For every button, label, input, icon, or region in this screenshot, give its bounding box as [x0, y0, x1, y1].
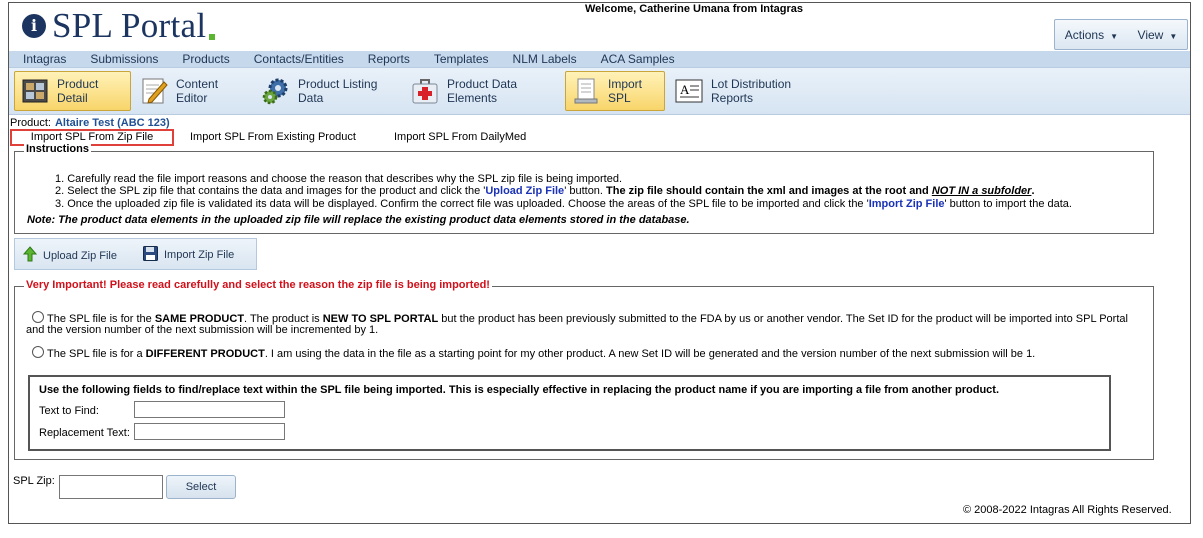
toolbar-product-data-elements[interactable]: Product Data Elements — [405, 71, 563, 111]
report-icon: A — [675, 77, 703, 105]
toolbar-content-editor[interactable]: Content Editor — [134, 71, 252, 111]
menu-item-contacts[interactable]: Contacts/Entities — [254, 52, 344, 66]
radio-different-product[interactable] — [32, 346, 44, 358]
instructions-note: Note: The product data elements in the u… — [27, 214, 690, 226]
menu-item-products[interactable]: Products — [182, 52, 229, 66]
menu-item-reports[interactable]: Reports — [368, 52, 410, 66]
toolbar-label: Import SPL — [608, 77, 643, 105]
select-file-button[interactable]: Select — [166, 475, 236, 499]
toolbar-label: Content Editor — [176, 77, 219, 105]
logo-dot — [209, 34, 216, 40]
instruction-text: 3. Once the uploaded zip file is validat… — [55, 197, 869, 210]
replacement-text-input[interactable] — [134, 423, 285, 440]
save-disk-icon — [143, 246, 158, 264]
tab-import-from-existing[interactable]: Import SPL From Existing Product — [190, 131, 356, 143]
reason-text: . I am using the data in the file as a s… — [264, 348, 1036, 360]
import-zip-label: Import Zip File — [164, 249, 235, 261]
menu-item-templates[interactable]: Templates — [434, 52, 489, 66]
import-reason-title: Very Important! Please read carefully an… — [24, 279, 492, 291]
upload-zip-label: Upload Zip File — [43, 249, 117, 262]
reason-text: but the product has been previously subm… — [438, 313, 1128, 325]
menu-item-nlm-labels[interactable]: NLM Labels — [513, 52, 577, 66]
instruction-emphasis: NOT IN a subfolder — [931, 185, 1032, 198]
toolbar-label: Product Data Elements — [447, 77, 518, 105]
find-replace-title: Use the following fields to find/replace… — [39, 384, 1000, 396]
view-label: View — [1137, 27, 1164, 42]
product-detail-icon — [21, 77, 49, 105]
import-document-icon — [572, 77, 600, 105]
instruction-step-1: 1. Carefully read the file import reason… — [55, 173, 623, 185]
menu-item-aca-samples[interactable]: ACA Samples — [601, 52, 675, 66]
instruction-text: ' button. — [564, 185, 607, 198]
top-button-group: Actions ▼ View ▼ — [1054, 19, 1188, 50]
instruction-bold: The zip file should contain the xml and … — [606, 185, 932, 198]
upload-arrow-icon — [22, 246, 38, 265]
instruction-text: ' button to import the data. — [944, 197, 1072, 210]
toolbar-lot-distribution-reports[interactable]: A Lot Distribution Reports — [669, 71, 829, 111]
radio-same-product[interactable] — [32, 311, 44, 323]
instruction-text: . — [1031, 185, 1035, 198]
zip-action-bar: Upload Zip File Import Zip File — [14, 238, 257, 270]
text-to-find-input[interactable] — [134, 401, 285, 418]
logo: i SPL Portal — [22, 6, 216, 45]
chevron-down-icon: ▼ — [1169, 31, 1178, 41]
upload-zip-button[interactable]: Upload Zip File — [22, 246, 117, 265]
tab-import-from-dailymed[interactable]: Import SPL From DailyMed — [394, 131, 526, 143]
toolbar-product-detail[interactable]: Product Detail — [14, 71, 131, 111]
toolbar-product-listing-data[interactable]: Product Listing Data — [256, 71, 401, 111]
toolbar: Product Detail Content Editor Product Li… — [9, 67, 1190, 115]
toolbar-label: Lot Distribution Reports — [711, 77, 792, 105]
medical-kit-icon — [411, 77, 439, 105]
product-line: Product: Altaire Test (ABC 123) — [10, 117, 170, 129]
welcome-text: Welcome, Catherine Umana from Intagras — [585, 3, 804, 15]
actions-menu[interactable]: Actions ▼ — [1065, 28, 1118, 42]
instruction-step-2: 2. Select the SPL zip file that contains… — [55, 185, 1072, 197]
import-subtabs: Import SPL From Zip File Import SPL From… — [10, 129, 610, 146]
info-logo-icon: i — [22, 14, 46, 38]
find-replace-box: Use the following fields to find/replace… — [28, 375, 1111, 451]
view-menu[interactable]: View ▼ — [1138, 28, 1178, 42]
reason-bold: DIFFERENT PRODUCT — [145, 348, 265, 360]
gear-icon — [262, 77, 290, 105]
replacement-text-label: Replacement Text: — [39, 427, 130, 439]
product-label: Product: — [10, 117, 51, 129]
spl-zip-file-input[interactable] — [59, 475, 163, 499]
reason-option-different-product: The SPL file is for a DIFFERENT PRODUCT.… — [32, 346, 1035, 361]
upload-zip-reference: Upload Zip File — [485, 185, 565, 198]
reason-option-same-product-cont: and the version number of the next submi… — [26, 324, 379, 336]
menu-item-intagras[interactable]: Intagras — [23, 52, 66, 66]
toolbar-import-spl[interactable]: Import SPL — [565, 71, 665, 111]
import-zip-reference: Import Zip File — [868, 197, 945, 210]
import-reason-box: The SPL file is for the SAME PRODUCT. Th… — [14, 286, 1154, 460]
instruction-step-3: 3. Once the uploaded zip file is validat… — [55, 198, 1072, 210]
pencil-icon — [140, 77, 168, 105]
reason-text: The SPL file is for a — [47, 348, 146, 360]
chevron-down-icon: ▼ — [1110, 31, 1119, 41]
instructions-box: 1. Carefully read the file import reason… — [14, 151, 1154, 234]
product-name: Altaire Test (ABC 123) — [54, 117, 170, 129]
logo-text: SPL Portal — [52, 6, 207, 45]
instructions-title: Instructions — [24, 143, 91, 155]
spl-zip-label: SPL Zip: — [13, 475, 55, 487]
svg-text:A: A — [680, 82, 690, 97]
main-menu: Intagras Submissions Products Contacts/E… — [9, 51, 1190, 67]
text-to-find-label: Text to Find: — [39, 405, 99, 417]
actions-label: Actions — [1064, 27, 1105, 42]
instructions-list: 1. Carefully read the file import reason… — [55, 173, 1072, 210]
instruction-text: 2. Select the SPL zip file that contains… — [55, 185, 486, 198]
import-zip-button[interactable]: Import Zip File — [143, 246, 234, 264]
copyright: © 2008-2022 Intagras All Rights Reserved… — [963, 504, 1172, 516]
toolbar-label: Product Detail — [57, 77, 99, 105]
menu-item-submissions[interactable]: Submissions — [90, 52, 158, 66]
toolbar-label: Product Listing Data — [298, 77, 378, 105]
